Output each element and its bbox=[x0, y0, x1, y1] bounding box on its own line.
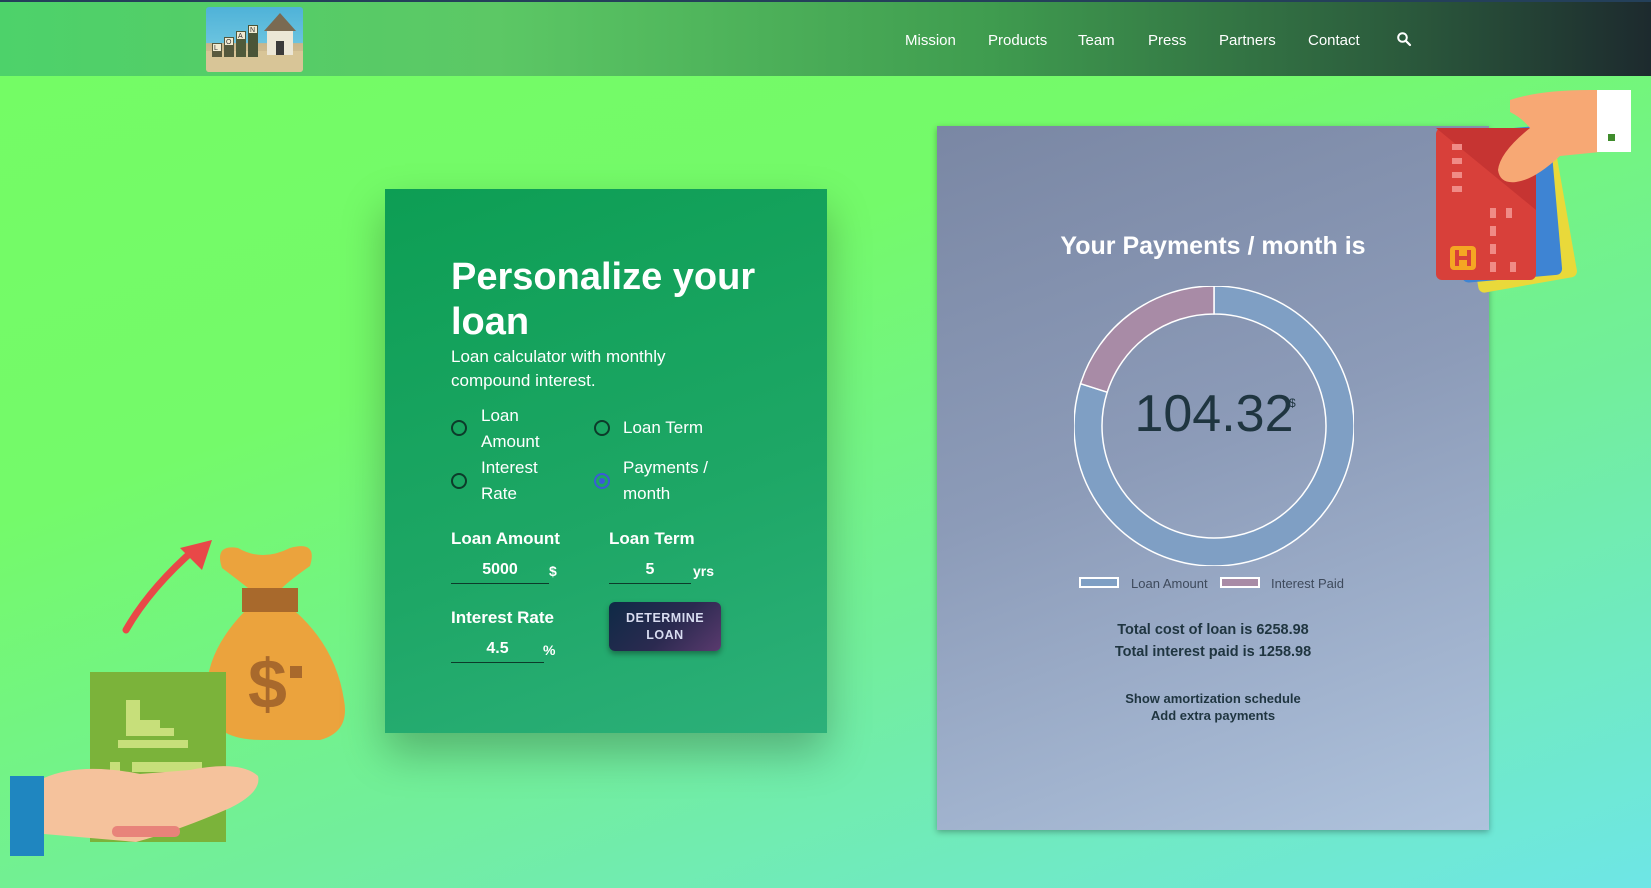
money-bag-illustration: $ bbox=[10, 540, 345, 856]
loan-calculator-card: Personalize your loan Loan calculator wi… bbox=[385, 189, 827, 733]
loan-amount-label: Loan Amount bbox=[451, 529, 560, 548]
legend-label-interest-paid: Interest Paid bbox=[1271, 576, 1344, 591]
monthly-payment-currency: $ bbox=[1289, 396, 1296, 410]
calculator-subtitle: Loan calculator with monthly compound in… bbox=[451, 347, 666, 390]
legend-label-loan-amount: Loan Amount bbox=[1131, 576, 1208, 591]
monthly-payment-value: 104.32 bbox=[1134, 385, 1294, 443]
interest-rate-unit: % bbox=[543, 642, 556, 658]
total-cost-text: Total cost of loan is 6258.98 bbox=[1117, 622, 1309, 638]
loan-amount-unit: $ bbox=[549, 563, 557, 579]
interest-rate-label: Interest Rate bbox=[451, 608, 554, 627]
radio-loan-amount[interactable] bbox=[451, 420, 467, 436]
top-navbar: L O A N Mission Products Team Press Part… bbox=[0, 0, 1651, 76]
radio-payments-month[interactable] bbox=[594, 473, 610, 489]
loan-term-label: Loan Term bbox=[609, 529, 695, 548]
result-title: Your Payments / month is bbox=[1060, 232, 1366, 260]
determine-loan-button-label: DETERMINE LOAN bbox=[625, 610, 705, 642]
add-extra-payments-link[interactable]: Add extra payments bbox=[937, 708, 1489, 723]
interest-rate-input[interactable]: 4.5 bbox=[451, 636, 544, 663]
svg-text:A: A bbox=[238, 33, 243, 40]
legend-swatch-loan-amount bbox=[1079, 577, 1119, 588]
nav-contact[interactable]: Contact bbox=[1308, 32, 1360, 49]
nav-team[interactable]: Team bbox=[1078, 32, 1115, 49]
svg-text:$: $ bbox=[248, 645, 287, 723]
radio-label-payments-month[interactable]: Payments / month bbox=[623, 455, 733, 507]
svg-text:L: L bbox=[214, 45, 218, 52]
result-card: Your Payments / month is 104.32 $ Loan A… bbox=[937, 126, 1489, 830]
radio-interest-rate[interactable] bbox=[451, 473, 467, 489]
radio-label-interest-rate[interactable]: Interest Rate bbox=[481, 455, 551, 507]
radio-label-loan-amount[interactable]: Loan Amount bbox=[481, 403, 561, 455]
radio-label-loan-term[interactable]: Loan Term bbox=[623, 415, 743, 441]
svg-text:N: N bbox=[250, 27, 255, 34]
loan-amount-input[interactable]: 5000 bbox=[451, 557, 549, 584]
show-amortization-link[interactable]: Show amortization schedule bbox=[937, 691, 1489, 706]
loan-house-logo-image: L O A N bbox=[206, 13, 303, 72]
svg-text:O: O bbox=[226, 39, 232, 46]
site-logo[interactable]: L O A N bbox=[206, 7, 303, 72]
calculator-title: Personalize your loan bbox=[451, 256, 756, 343]
determine-loan-button[interactable]: DETERMINE LOAN bbox=[609, 602, 721, 651]
nav-products[interactable]: Products bbox=[988, 32, 1047, 49]
search-icon[interactable] bbox=[1396, 31, 1412, 47]
loan-term-unit: yrs bbox=[693, 563, 715, 579]
nav-mission[interactable]: Mission bbox=[905, 32, 956, 49]
donut-slice-interest-paid bbox=[1079, 286, 1215, 394]
legend-swatch-interest-paid bbox=[1220, 577, 1260, 588]
nav-partners[interactable]: Partners bbox=[1219, 32, 1276, 49]
nav-press[interactable]: Press bbox=[1148, 32, 1186, 49]
credit-card-illustration bbox=[1436, 90, 1631, 293]
radio-loan-term[interactable] bbox=[594, 420, 610, 436]
loan-term-input[interactable]: 5 bbox=[609, 557, 691, 584]
total-interest-text: Total interest paid is 1258.98 bbox=[1114, 644, 1312, 660]
